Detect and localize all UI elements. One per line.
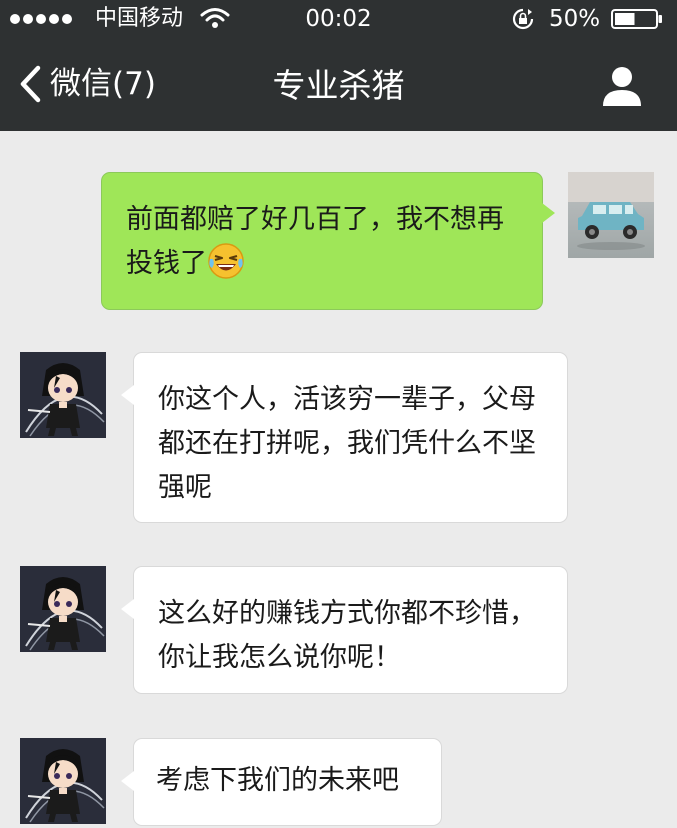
battery-percent: 50% [549,6,601,32]
person-icon[interactable] [600,64,644,108]
message-bubble-incoming[interactable]: 考虑下我们的未来吧 [121,738,442,826]
anime-character-avatar[interactable] [20,738,106,824]
anime-character-avatar[interactable] [20,352,106,438]
message-row: 考虑下我们的未来吧 [0,738,677,828]
message-bubble-incoming[interactable]: 你这个人，活该穷一辈子，父母都还在打拼呢，我们凭什么不坚强呢 [121,352,568,523]
message-text: 这么好的赚钱方式你都不珍惜，你让我怎么说你呢！ [158,598,536,673]
message-bubble-incoming[interactable]: 这么好的赚钱方式你都不珍惜，你让我怎么说你呢！ [121,566,568,694]
chat-title: 专业杀猪 [272,66,405,105]
message-text: 前面都赔了好几百了，我不想再投钱了 [126,204,504,279]
rotation-lock-icon [512,8,534,30]
message-row: 这么好的赚钱方式你都不珍惜，你让我怎么说你呢！ [0,566,677,696]
laughing-crying-emoji-icon [207,242,245,280]
anime-character-avatar[interactable] [20,566,106,652]
car-photo-avatar[interactable] [568,172,654,258]
message-bubble-outgoing[interactable]: 前面都赔了好几百了，我不想再投钱了 [101,172,555,310]
battery-fill [615,13,635,25]
message-text: 考虑下我们的未来吧 [156,765,399,796]
message-text: 你这个人，活该穷一辈子，父母都还在打拼呢，我们凭什么不坚强呢 [158,384,536,503]
status-bar: 中国移动 00:02 50% [0,0,677,38]
nav-bar: 微信(7) 专业杀猪 [0,38,677,131]
message-row: 你这个人，活该穷一辈子，父母都还在打拼呢，我们凭什么不坚强呢 [0,352,677,524]
message-row: 前面都赔了好几百了，我不想再投钱了 [0,172,677,312]
battery-icon [611,9,662,29]
